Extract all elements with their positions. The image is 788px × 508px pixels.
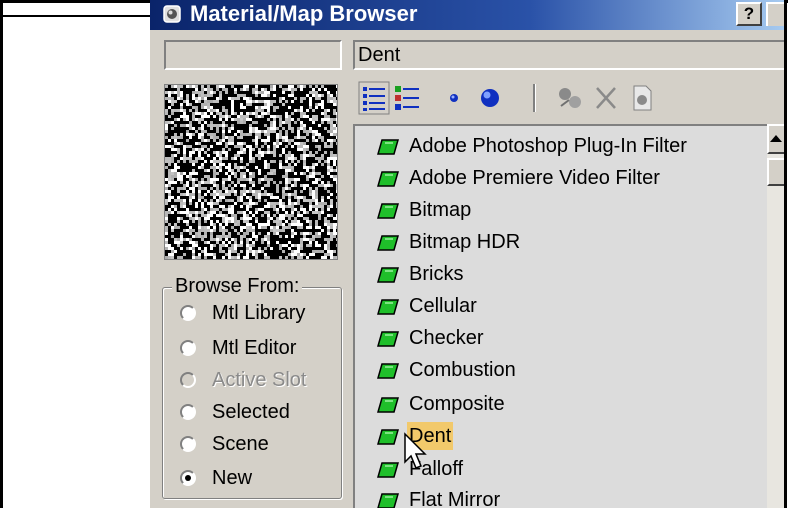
- map-type-icon: [377, 299, 399, 315]
- clear-material-library-icon[interactable]: [625, 80, 659, 116]
- close-button[interactable]: [766, 2, 784, 26]
- list-item-label: Adobe Premiere Video Filter: [409, 167, 660, 189]
- radio-button[interactable]: [180, 470, 196, 486]
- view-large-icons-icon[interactable]: [473, 80, 507, 116]
- view-list-icon[interactable]: [357, 80, 391, 116]
- material-name-field[interactable]: [164, 40, 342, 70]
- map-type-icon: [377, 397, 399, 413]
- frame-divider: [0, 15, 150, 17]
- map-type-icon: [377, 462, 399, 478]
- radio-label: Selected: [212, 401, 290, 423]
- view-list-icons-icon[interactable]: [391, 80, 425, 116]
- frame-left-border: [0, 0, 3, 508]
- dent-preview-image: [165, 85, 337, 259]
- view-small-icons-icon[interactable]: [437, 80, 471, 116]
- map-preview: [164, 84, 338, 260]
- list-item-label: Cellular: [409, 295, 477, 317]
- map-type-icon: [377, 363, 399, 379]
- scroll-up-button[interactable]: [767, 124, 784, 154]
- list-scrollbar[interactable]: [767, 124, 784, 508]
- radio-label: New: [212, 467, 253, 489]
- list-item-label: Combustion: [409, 359, 516, 381]
- list-item-label: Flat Mirror: [409, 489, 501, 508]
- radio-button: [180, 372, 196, 388]
- radio-button[interactable]: [180, 436, 196, 452]
- list-item-label: Checker: [409, 327, 484, 349]
- help-button[interactable]: ?: [736, 2, 762, 26]
- map-type-icon: [377, 331, 399, 347]
- map-type-icon: [377, 203, 399, 219]
- radio-button[interactable]: [180, 340, 196, 356]
- browser-toolbar: [353, 80, 784, 116]
- radio-label: Active Slot: [212, 369, 307, 391]
- map-type-icon: [377, 235, 399, 251]
- map-type-icon: [377, 139, 399, 155]
- window-title: Material/Map Browser: [190, 1, 418, 26]
- mouse-cursor-icon: [404, 432, 427, 469]
- frame-right-border: [784, 0, 787, 508]
- map-type-icon: [377, 267, 399, 283]
- radio-button[interactable]: [180, 305, 196, 321]
- list-item-label: Bitmap HDR: [409, 231, 521, 253]
- radio-label: Scene: [212, 433, 269, 455]
- list-item-label: Composite: [409, 393, 505, 415]
- scroll-thumb[interactable]: [767, 158, 784, 186]
- list-item-label: Bitmap: [409, 199, 472, 221]
- app-icon: [163, 5, 181, 23]
- update-scene-materials-icon[interactable]: [553, 80, 587, 116]
- map-name-field[interactable]: Dent: [353, 40, 784, 70]
- title-bar[interactable]: Material/Map Browser ?: [150, 0, 784, 30]
- map-type-icon: [377, 493, 399, 508]
- toolbar-separator: [533, 84, 536, 112]
- list-item-label: Adobe Photoshop Plug-In Filter: [409, 135, 687, 157]
- radio-label: Mtl Library: [212, 302, 306, 324]
- material-map-browser-window: Material/Map Browser ? Dent Browse From:…: [150, 0, 784, 508]
- list-item-label: Bricks: [409, 263, 464, 285]
- radio-button[interactable]: [180, 404, 196, 420]
- browse-from-label: Browse From:: [172, 273, 303, 299]
- map-type-icon: [377, 171, 399, 187]
- map-type-icon: [377, 429, 399, 445]
- delete-from-library-icon[interactable]: [589, 80, 623, 116]
- radio-label: Mtl Editor: [212, 337, 297, 359]
